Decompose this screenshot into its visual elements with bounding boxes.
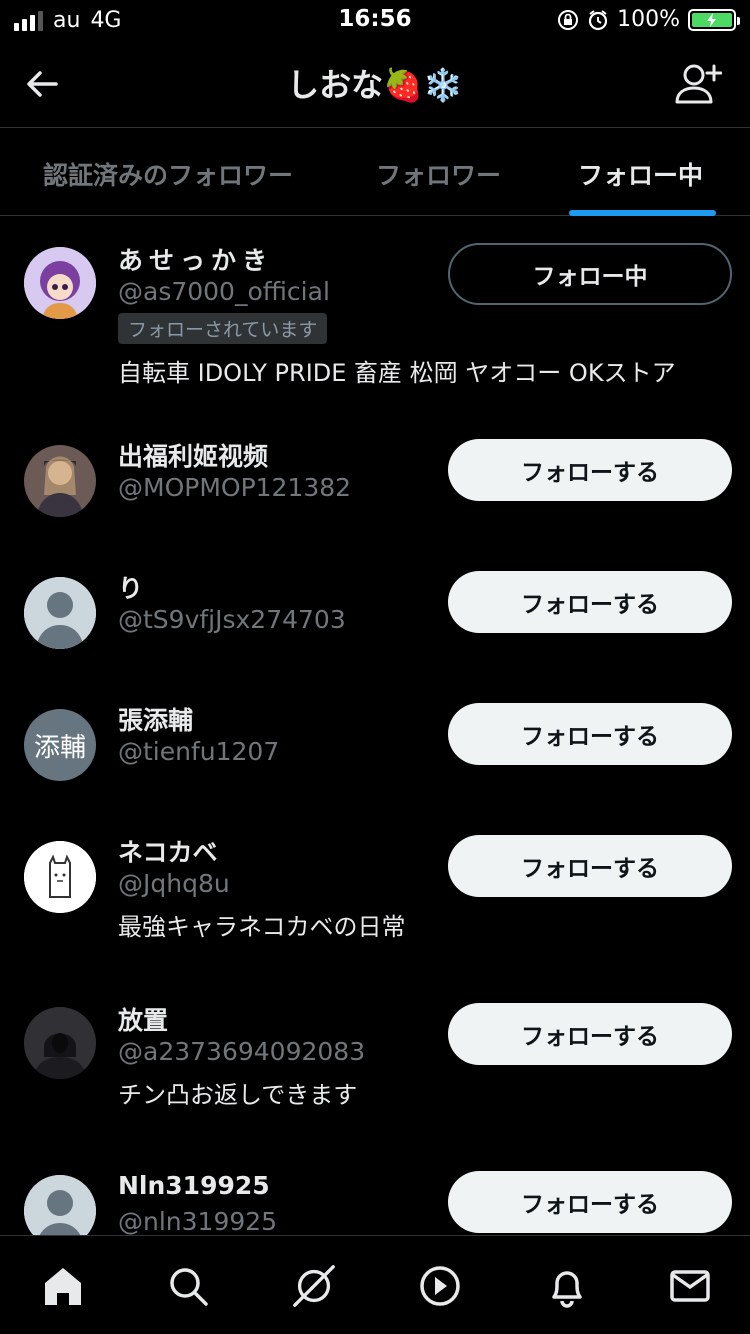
default-avatar-icon <box>24 1175 96 1235</box>
follow-button[interactable]: フォローする <box>448 1171 732 1233</box>
user-handle: @a2373694092083 <box>118 1037 366 1066</box>
default-avatar-icon <box>24 577 96 649</box>
user-handle: @tS9vfjJsx274703 <box>118 605 346 634</box>
avatar[interactable]: 添輔 <box>24 709 96 781</box>
tab-followers[interactable]: フォロワー <box>376 156 501 192</box>
list-item[interactable]: 出福利姬视频 @MOPMOP121382 フォローする <box>0 413 750 545</box>
list-item[interactable]: り @tS9vfjJsx274703 フォローする <box>0 545 750 677</box>
tab-verified-followers[interactable]: 認証済みのフォロワー <box>43 156 293 192</box>
user-name: Nln319925 <box>118 1171 270 1200</box>
page-title: しおな🍓❄️ <box>287 66 463 104</box>
nav-spaces[interactable] <box>290 1262 338 1310</box>
avatar[interactable] <box>24 1007 96 1079</box>
add-user-icon <box>675 64 723 104</box>
follow-button[interactable]: フォローする <box>448 439 732 501</box>
user-handle: @nln319925 <box>118 1207 278 1235</box>
user-handle: @tienfu1207 <box>118 737 280 766</box>
user-name: あせっかき <box>118 246 274 275</box>
user-name: ネコカベ <box>118 838 218 867</box>
battery-icon <box>688 8 740 31</box>
status-bar: au 4G 16:56 100% <box>0 0 750 40</box>
battery-percent: 100% <box>617 7 680 32</box>
list-item[interactable]: 放置 @a2373694092083 チン凸お返しできます フォローする <box>0 977 750 1145</box>
search-icon <box>170 1268 208 1306</box>
list-item[interactable]: 添輔 張添輔 @tienfu1207 フォローする <box>0 677 750 809</box>
user-name: 放置 <box>118 1006 169 1035</box>
avatar[interactable] <box>24 1175 96 1235</box>
active-tab-indicator <box>569 210 716 216</box>
messages-icon <box>670 1270 710 1302</box>
follow-button[interactable]: フォローする <box>448 703 732 765</box>
follows-you-badge: フォローされています <box>118 313 328 344</box>
avatar[interactable] <box>24 445 96 517</box>
user-bio: チン凸お返しできます <box>118 1081 358 1109</box>
tab-following[interactable]: フォロー中 <box>578 156 703 192</box>
home-icon <box>45 1268 81 1305</box>
avatar[interactable] <box>24 247 96 319</box>
add-user-button[interactable] <box>674 62 723 106</box>
following-button[interactable]: フォロー中 <box>448 243 732 305</box>
nav-video[interactable] <box>416 1262 464 1310</box>
bottom-nav <box>0 1235 750 1334</box>
user-handle: @MOPMOP121382 <box>118 473 352 502</box>
user-bio: 最強キャラネコカベの日常 <box>118 913 406 941</box>
nav-search[interactable] <box>164 1262 212 1310</box>
avatar-text: 添輔 <box>33 732 86 763</box>
list-item[interactable]: あせっかき @as7000_official フォローされています 自転車 ID… <box>0 217 750 413</box>
user-name: 張添輔 <box>118 706 194 735</box>
user-bio: 自転車 IDOLY PRIDE 畜産 松岡 ヤオコー OKストア <box>118 359 676 387</box>
user-handle: @as7000_official <box>118 277 330 306</box>
follow-button[interactable]: フォローする <box>448 571 732 633</box>
list-item[interactable]: ネコカベ @Jqhq8u 最強キャラネコカベの日常 フォローする <box>0 809 750 977</box>
nav-home[interactable] <box>39 1262 87 1310</box>
notifications-icon <box>552 1271 582 1308</box>
user-handle: @Jqhq8u <box>118 869 230 898</box>
tab-bar: 認証済みのフォロワー フォロワー フォロー中 <box>0 128 750 216</box>
following-list: あせっかき @as7000_official フォローされています 自転車 ID… <box>0 217 750 1235</box>
follow-button[interactable]: フォローする <box>448 835 732 897</box>
user-name: 出福利姬视频 <box>118 442 269 471</box>
avatar[interactable] <box>24 841 96 913</box>
header: しおな🍓❄️ <box>0 40 750 128</box>
list-item[interactable]: Nln319925 @nln319925 フォローする <box>0 1145 750 1235</box>
orientation-lock-icon <box>558 9 579 30</box>
user-name: り <box>118 574 144 603</box>
spaces-icon <box>293 1265 335 1307</box>
follow-button[interactable]: フォローする <box>448 1003 732 1065</box>
avatar[interactable] <box>24 577 96 649</box>
nav-messages[interactable] <box>666 1262 714 1310</box>
alarm-icon <box>588 9 608 30</box>
video-icon <box>420 1266 460 1306</box>
nav-notifications[interactable] <box>543 1262 591 1310</box>
